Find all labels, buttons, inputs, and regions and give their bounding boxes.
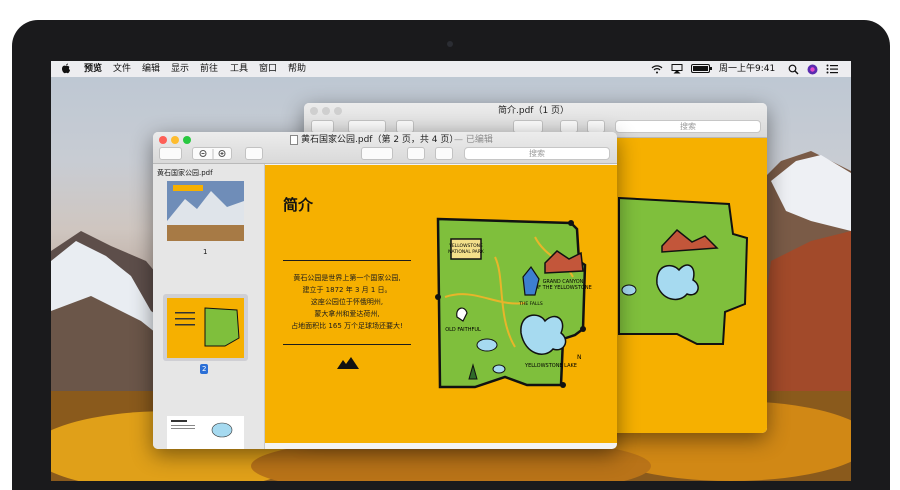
siri-icon[interactable] [807, 64, 818, 75]
zoom-button[interactable] [183, 136, 191, 144]
intro-line-3: 这座公园位于怀俄明州, [310, 298, 384, 306]
intro-line-1: 黄石公园是世界上第一个国家公园, [293, 274, 401, 282]
back-page [617, 138, 767, 433]
menu-edit[interactable]: 编辑 [142, 63, 160, 75]
front-window-titlebar[interactable]: 黄石国家公园.pdf（第 2 页，共 4 页） — 已编辑 搜索 [153, 132, 617, 164]
menu-clock[interactable]: 周一上午9:41 [719, 63, 775, 75]
camera [447, 41, 453, 47]
thumbnail-map-image [175, 307, 240, 347]
current-page: 简介 黄石公园是世界上第一个国家公园, 建立于 1872 年 3 月 1 日。 … [265, 165, 617, 443]
front-window-title: 黄石国家公园.pdf（第 2 页，共 4 页） [301, 135, 459, 145]
pdf-document-icon [290, 135, 298, 145]
thumbnail-mountain-image [167, 185, 244, 241]
sidebar-toggle-button[interactable] [159, 147, 182, 160]
zoom-out-zoom-in-icon[interactable] [193, 148, 233, 161]
map-label-park: YELLOWSTONE [448, 243, 483, 249]
spotlight-search-icon[interactable] [788, 64, 799, 75]
page-thumbnail-2[interactable] [167, 298, 244, 358]
menu-app-name[interactable]: 预览 [84, 63, 102, 75]
thumbnail-page-3-image [171, 420, 233, 438]
map-label-park-line2: NATIONAL PARK [448, 249, 485, 255]
menu-window[interactable]: 窗口 [259, 63, 277, 75]
mountain-icon [337, 357, 359, 369]
airplay-icon[interactable] [671, 64, 683, 74]
notification-center-icon[interactable] [826, 64, 838, 74]
markup-toolbar-button[interactable] [361, 147, 393, 160]
minimize-button[interactable] [171, 136, 179, 144]
back-search-field[interactable]: 搜索 [615, 120, 761, 133]
back-window-title: 简介.pdf（1 页） [498, 106, 570, 116]
menu-file[interactable]: 文件 [113, 63, 131, 75]
close-button[interactable] [310, 107, 318, 115]
rule-top [283, 260, 411, 261]
page-thumbnail-1[interactable] [167, 181, 244, 241]
map-label-old-faithful: OLD FAITHFUL [445, 327, 481, 333]
menu-go[interactable]: 前往 [200, 63, 218, 75]
yellowstone-map: YELLOWSTONE NATIONAL PARK GRAND CANYON O… [435, 217, 592, 389]
apple-menu-icon[interactable] [61, 63, 71, 74]
map-label-north: N [577, 354, 582, 361]
page-heading: 简介 [283, 196, 314, 214]
rule-bottom [283, 344, 411, 345]
map-label-falls: THE FALLS [518, 301, 543, 307]
intro-line-2: 建立于 1872 年 3 月 1 日。 [302, 286, 392, 294]
minimize-button[interactable] [322, 107, 330, 115]
page-number-1: 1 [203, 248, 208, 256]
battery-icon[interactable] [691, 64, 713, 74]
wifi-icon[interactable] [651, 64, 663, 74]
front-search-field[interactable]: 搜索 [464, 147, 610, 160]
sidebar-document-name[interactable]: 黄石国家公园.pdf [157, 168, 213, 178]
close-button[interactable] [159, 136, 167, 144]
back-map [618, 196, 749, 345]
front-preview-window[interactable]: 黄石国家公园.pdf（第 2 页，共 4 页） — 已编辑 搜索 黄石国家公园.… [153, 132, 617, 449]
intro-line-5: 占地面积比 165 万个足球场还要大! [291, 322, 403, 330]
intro-line-4: 蒙大拿州和爱达荷州, [314, 310, 380, 318]
menu-view[interactable]: 显示 [171, 63, 189, 75]
intro-paragraph: 黄石公园是世界上第一个国家公园, 建立于 1872 年 3 月 1 日。 这座公… [283, 272, 411, 332]
edited-indicator[interactable]: — 已编辑 [454, 134, 493, 146]
desktop-screen: 预览 文件 编辑 显示 前往 工具 窗口 帮助 周一上午9:41 简介.pdf（… [51, 61, 851, 481]
share-button[interactable] [245, 147, 263, 160]
page-number-2-selected: 2 [200, 364, 209, 374]
map-label-lake: YELLOWSTONE LAKE [524, 363, 577, 369]
menu-help[interactable]: 帮助 [288, 63, 306, 75]
menu-bar: 预览 文件 编辑 显示 前往 工具 窗口 帮助 周一上午9:41 [51, 61, 851, 77]
menu-tools[interactable]: 工具 [230, 63, 248, 75]
page-thumbnail-3[interactable] [167, 416, 244, 449]
zoom-button[interactable] [334, 107, 342, 115]
annotate-button[interactable] [435, 147, 453, 160]
rotate-button[interactable] [407, 147, 425, 160]
map-label-canyon-line2: OF THE YELLOWSTONE [534, 285, 592, 291]
zoom-controls[interactable] [192, 147, 232, 160]
thumbnail-sidebar[interactable]: 黄石国家公园.pdf 1 2 [153, 164, 265, 449]
